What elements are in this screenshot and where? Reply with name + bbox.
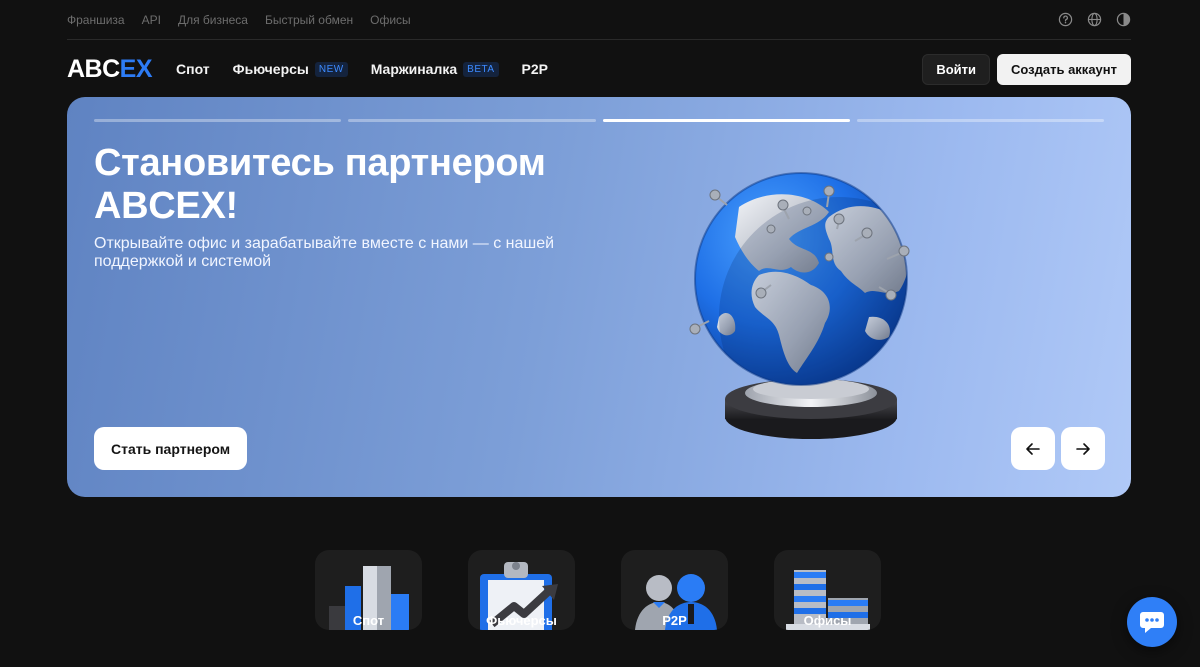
theme-toggle-icon[interactable] xyxy=(1116,12,1131,27)
tile-offices[interactable]: Офисы xyxy=(774,550,881,630)
create-account-button[interactable]: Создать аккаунт xyxy=(997,53,1131,85)
abcex-logo[interactable]: ABCEX xyxy=(67,56,153,82)
tile-offices-label: Офисы xyxy=(803,613,852,628)
link-quick-exchange[interactable]: Быстрый обмен xyxy=(265,13,353,27)
beta-badge: BETA xyxy=(463,61,499,77)
tile-futures-label: Фьючерсы xyxy=(486,613,557,628)
nav-item-margin[interactable]: Маржиналка BETA xyxy=(371,61,499,77)
slide-indicator-1[interactable] xyxy=(94,119,342,122)
nav-left: ABCEX Спот Фьючерсы NEW Маржиналка BETA P2… xyxy=(67,56,548,82)
slide-indicator-4[interactable] xyxy=(856,119,1104,122)
nav-item-p2p[interactable]: P2P xyxy=(522,61,548,77)
slide-indicator-3[interactable] xyxy=(602,119,850,122)
next-slide-button[interactable] xyxy=(1061,427,1105,470)
support-chat-button[interactable] xyxy=(1127,597,1177,647)
quick-tiles: Спот Фьючерсы P2P Офисы xyxy=(315,550,881,630)
slide-progress xyxy=(94,119,1104,122)
prev-slide-button[interactable] xyxy=(1011,427,1055,470)
arrow-right-icon xyxy=(1076,442,1090,455)
main-nav: ABCEX Спот Фьючерсы NEW Маржиналка BETA P2… xyxy=(67,53,1131,85)
new-badge: NEW xyxy=(314,61,348,77)
auth-buttons: Войти Создать аккаунт xyxy=(922,53,1131,85)
tile-p2p[interactable]: P2P xyxy=(621,550,728,630)
link-franchise[interactable]: Франшиза xyxy=(67,13,125,27)
become-partner-button[interactable]: Стать партнером xyxy=(94,427,248,470)
nav-item-futures[interactable]: Фьючерсы NEW xyxy=(233,61,348,77)
utility-links: Франшиза API Для бизнеса Быстрый обмен О… xyxy=(67,13,411,27)
arrow-left-icon xyxy=(1026,442,1040,455)
slide-indicator-2[interactable] xyxy=(348,119,596,122)
nav-menu: Спот Фьючерсы NEW Маржиналка BETA P2P xyxy=(176,61,548,77)
help-icon[interactable] xyxy=(1058,12,1073,27)
tile-futures[interactable]: Фьючерсы xyxy=(468,550,575,630)
utility-icons xyxy=(1058,12,1131,27)
hero-banner: Становитесь партнером ABCEX! Открывайте … xyxy=(67,97,1131,497)
login-button[interactable]: Войти xyxy=(922,53,990,85)
hero-subtitle: Открывайте офис и зарабатывайте вместе с… xyxy=(94,235,555,270)
link-offices[interactable]: Офисы xyxy=(370,13,411,27)
hero-title: Становитесь партнером ABCEX! xyxy=(94,142,546,227)
tile-p2p-label: P2P xyxy=(662,613,687,628)
nav-item-spot[interactable]: Спот xyxy=(176,61,210,77)
globe-language-icon[interactable] xyxy=(1087,12,1102,27)
chat-bubble-icon xyxy=(1140,612,1164,633)
tile-spot[interactable]: Спот xyxy=(315,550,422,630)
globe-illustration xyxy=(689,172,910,439)
link-api[interactable]: API xyxy=(142,13,161,27)
tile-spot-label: Спот xyxy=(352,613,385,628)
link-business[interactable]: Для бизнеса xyxy=(178,13,248,27)
top-utility-bar: Франшиза API Для бизнеса Быстрый обмен О… xyxy=(67,0,1131,40)
